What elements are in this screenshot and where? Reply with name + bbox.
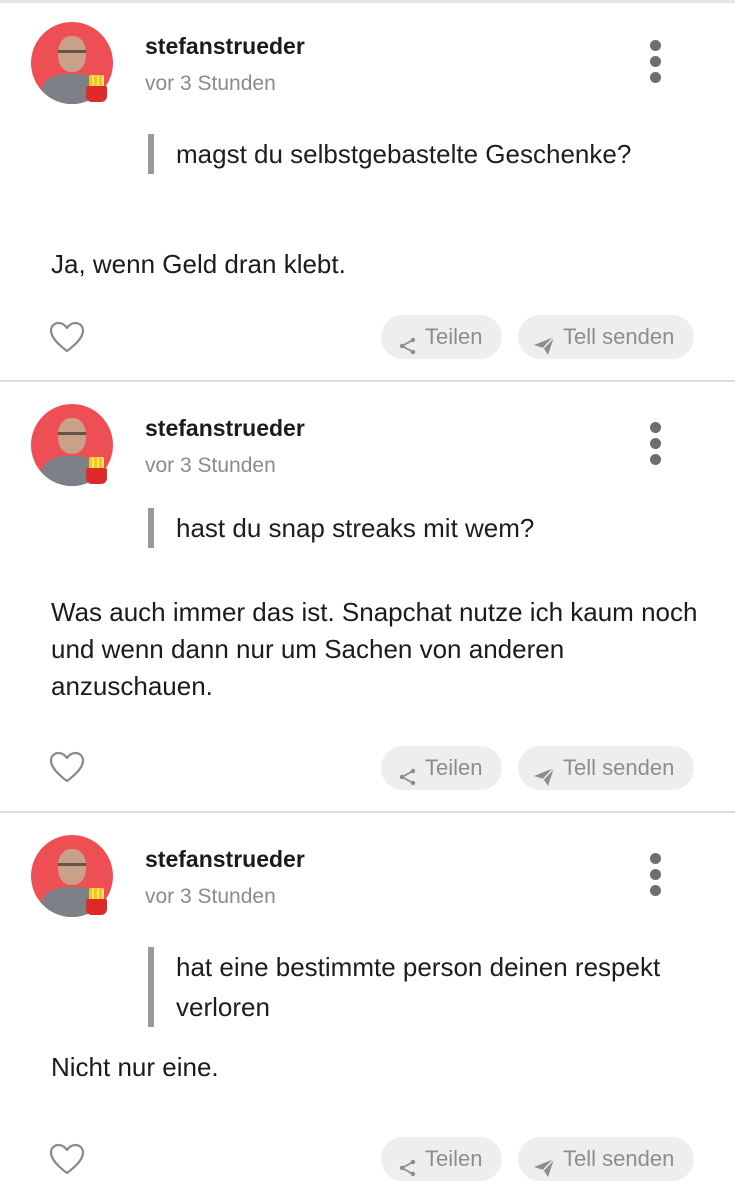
more-vertical-icon[interactable] — [646, 40, 664, 86]
post-time: vor 3 Stunden — [145, 454, 276, 477]
paper-plane-icon — [533, 1149, 555, 1193]
answer-text: Ja, wenn Geld dran klebt. — [51, 249, 346, 279]
post-card: stefanstrueder vor 3 Stunden magst du se… — [0, 0, 735, 382]
question-quote: hast du snap streaks mit wem? — [148, 508, 716, 548]
share-icon — [398, 758, 418, 802]
fries-icon — [84, 888, 109, 916]
tell-feed: stefanstrueder vor 3 Stunden magst du se… — [0, 0, 735, 1200]
share-icon — [398, 1149, 418, 1193]
more-vertical-icon[interactable] — [646, 422, 664, 468]
avatar[interactable] — [31, 404, 113, 486]
heart-outline-icon[interactable] — [49, 321, 85, 353]
tell-send-button[interactable]: Tell senden — [518, 746, 694, 790]
username[interactable]: stefanstrueder — [145, 415, 305, 442]
fries-icon — [84, 75, 109, 103]
more-vertical-icon[interactable] — [646, 853, 664, 899]
post-time: vor 3 Stunden — [145, 885, 276, 908]
tell-send-label: Tell senden — [563, 1146, 675, 1171]
share-label: Teilen — [425, 324, 483, 349]
answer-text: Nicht nur eine. — [51, 1052, 219, 1082]
tell-send-label: Tell senden — [563, 324, 675, 349]
post-time: vor 3 Stunden — [145, 72, 276, 95]
tell-send-label: Tell senden — [563, 755, 675, 780]
avatar[interactable] — [31, 835, 113, 917]
avatar[interactable] — [31, 22, 113, 104]
paper-plane-icon — [533, 327, 555, 371]
paper-plane-icon — [533, 758, 555, 802]
share-icon — [398, 327, 418, 371]
heart-outline-icon[interactable] — [49, 751, 85, 783]
post-card: stefanstrueder vor 3 Stunden hast du sna… — [0, 382, 735, 813]
fries-icon — [84, 457, 109, 485]
share-button[interactable]: Teilen — [381, 746, 502, 790]
tell-send-button[interactable]: Tell senden — [518, 315, 694, 359]
share-label: Teilen — [425, 1146, 483, 1171]
share-button[interactable]: Teilen — [381, 315, 502, 359]
question-quote: magst du selbstgebastelte Geschenke? — [148, 134, 716, 174]
share-label: Teilen — [425, 755, 483, 780]
tell-send-button[interactable]: Tell senden — [518, 1137, 694, 1181]
username[interactable]: stefanstrueder — [145, 846, 305, 873]
question-quote: hat eine bestimmte person deinen respekt… — [148, 947, 716, 1027]
username[interactable]: stefanstrueder — [145, 33, 305, 60]
heart-outline-icon[interactable] — [49, 1143, 85, 1175]
answer-text: Was auch immer das ist. Snapchat nutze i… — [51, 597, 698, 701]
post-card: stefanstrueder vor 3 Stunden hat eine be… — [0, 813, 735, 1200]
share-button[interactable]: Teilen — [381, 1137, 502, 1181]
